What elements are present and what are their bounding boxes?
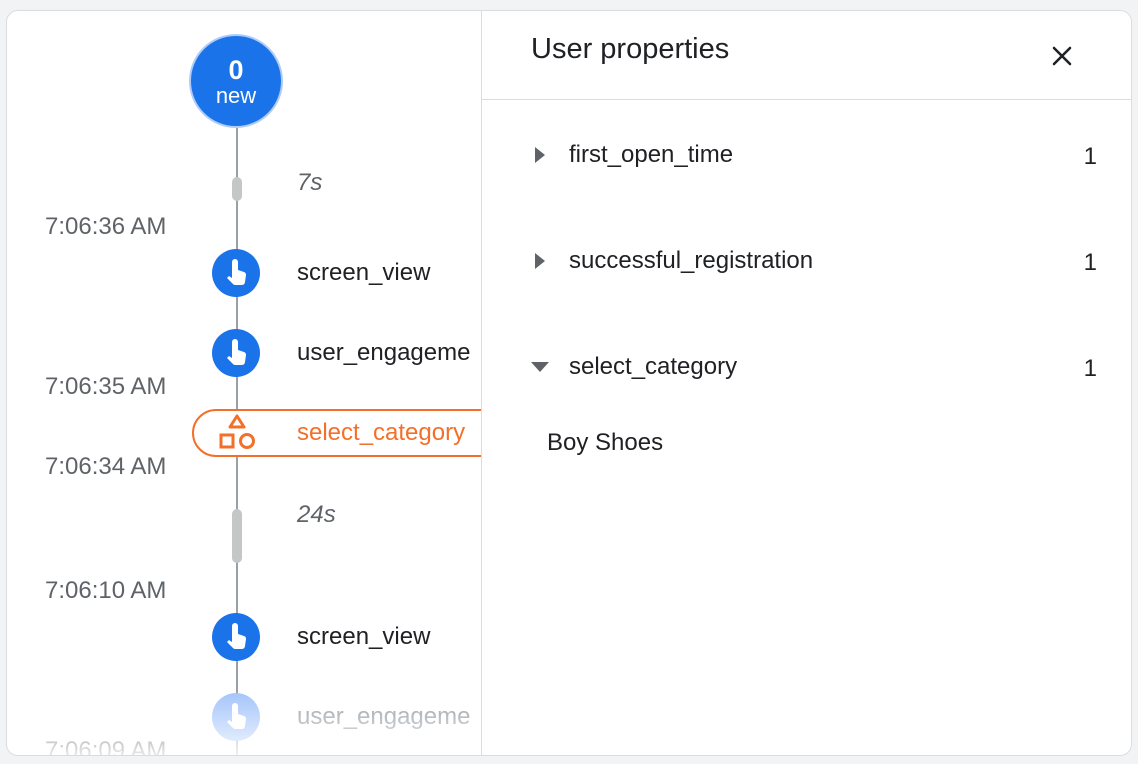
duration-segment bbox=[232, 177, 242, 201]
timestamp: 7:06:36 AM bbox=[45, 213, 167, 240]
property-row-select-category[interactable]: select_category 1 bbox=[482, 347, 1131, 387]
debug-view-card: 0 new 7s 24s 7:06:36 AM 7:06:35 AM 7:06:… bbox=[6, 10, 1132, 756]
close-button[interactable] bbox=[1040, 36, 1084, 80]
new-count: 0 bbox=[228, 55, 244, 85]
property-value: Boy Shoes bbox=[547, 429, 664, 456]
caret-right-icon[interactable] bbox=[530, 251, 550, 271]
new-label: new bbox=[215, 83, 257, 108]
close-icon bbox=[1051, 45, 1073, 72]
touch-icon[interactable] bbox=[212, 613, 260, 661]
user-properties-panel: User properties first_open_time 1 succes… bbox=[482, 11, 1131, 755]
caret-down-icon[interactable] bbox=[530, 357, 550, 377]
property-row-first-open-time[interactable]: first_open_time 1 bbox=[482, 135, 1131, 175]
event-label[interactable]: user_engageme bbox=[297, 703, 470, 731]
property-count: 1 bbox=[1083, 249, 1097, 276]
touch-icon[interactable] bbox=[212, 693, 260, 741]
property-count: 1 bbox=[1083, 355, 1097, 382]
property-name: select_category bbox=[569, 353, 738, 380]
shapes-icon bbox=[217, 413, 257, 453]
selected-event-label[interactable]: select_category bbox=[297, 419, 465, 447]
property-name: first_open_time bbox=[569, 141, 734, 168]
duration-label: 7s bbox=[297, 169, 323, 196]
duration-segment bbox=[232, 509, 242, 563]
header-divider bbox=[482, 99, 1131, 100]
property-row-successful-registration[interactable]: successful_registration 1 bbox=[482, 241, 1131, 281]
event-label[interactable]: screen_view bbox=[297, 259, 430, 287]
duration-label: 24s bbox=[297, 501, 336, 528]
timestamp: 7:06:34 AM bbox=[45, 453, 167, 480]
property-count: 1 bbox=[1083, 143, 1097, 170]
touch-icon[interactable] bbox=[212, 329, 260, 377]
timestamp: 7:06:10 AM bbox=[45, 577, 167, 604]
property-name: successful_registration bbox=[569, 247, 814, 274]
timestamp: 7:06:35 AM bbox=[45, 373, 167, 400]
touch-icon[interactable] bbox=[212, 249, 260, 297]
event-label[interactable]: user_engageme bbox=[297, 339, 470, 367]
timestamp: 7:06:09 AM bbox=[45, 737, 167, 755]
event-label[interactable]: screen_view bbox=[297, 623, 430, 651]
panel-title: User properties bbox=[531, 33, 730, 65]
event-timeline[interactable]: 0 new 7s 24s 7:06:36 AM 7:06:35 AM 7:06:… bbox=[7, 11, 481, 755]
new-events-badge[interactable]: 0 new bbox=[189, 34, 283, 128]
caret-right-icon[interactable] bbox=[530, 145, 550, 165]
